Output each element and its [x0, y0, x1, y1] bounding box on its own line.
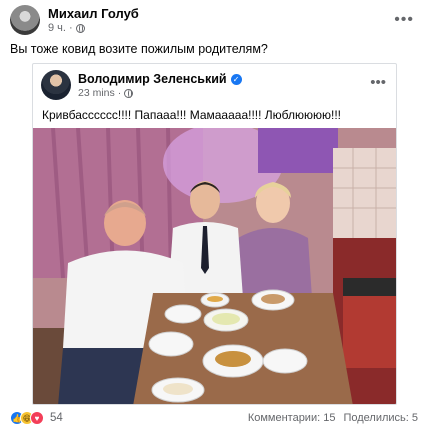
- post-header: Михаил Голуб 9 ч. · •••: [10, 5, 418, 37]
- author-avatar[interactable]: [10, 5, 40, 35]
- shared-time[interactable]: 23 mins: [78, 87, 115, 99]
- family-dinner-photo: [33, 128, 396, 404]
- shared-post-text: Кривбасссссс!!!! Папааа!!! Мамааааа!!!! …: [42, 108, 342, 122]
- shares-count[interactable]: Поделились: 5: [343, 412, 418, 424]
- shared-author: Володимир Зеленський ✓: [78, 72, 242, 86]
- globe-icon: [124, 88, 134, 98]
- shared-meta: 23 mins ·: [78, 87, 134, 99]
- post-stats: Комментарии: 15 Поделились: 5: [248, 412, 418, 424]
- meta-separator: ·: [68, 22, 73, 34]
- more-options-icon[interactable]: •••: [394, 11, 414, 29]
- meta-separator: ·: [117, 87, 122, 99]
- verified-badge-icon: ✓: [230, 73, 242, 85]
- shared-author-name[interactable]: Володимир Зеленський: [78, 72, 227, 86]
- shared-photo[interactable]: [33, 128, 396, 404]
- post-time[interactable]: 9 ч.: [48, 22, 66, 34]
- shared-author-avatar[interactable]: [41, 70, 71, 100]
- facebook-post: Михаил Голуб 9 ч. · ••• Вы тоже ковид во…: [0, 0, 428, 431]
- shared-more-options-icon[interactable]: •••: [370, 74, 386, 91]
- shared-post[interactable]: Володимир Зеленський ✓ 23 mins · ••• Кри…: [32, 63, 397, 405]
- love-reaction-icon: ♥: [30, 411, 44, 425]
- author-name[interactable]: Михаил Голуб: [48, 6, 139, 21]
- reaction-count[interactable]: 54: [50, 412, 63, 424]
- globe-icon: [75, 23, 85, 33]
- post-meta: 9 ч. ·: [48, 22, 85, 34]
- post-text: Вы тоже ковид возите пожилым родителям?: [10, 42, 268, 56]
- comments-count[interactable]: Комментарии: 15: [248, 412, 336, 424]
- reactions-summary[interactable]: 👍 😆 ♥ 54: [10, 411, 63, 425]
- post-footer: 👍 😆 ♥ 54 Комментарии: 15 Поделились: 5: [10, 411, 418, 427]
